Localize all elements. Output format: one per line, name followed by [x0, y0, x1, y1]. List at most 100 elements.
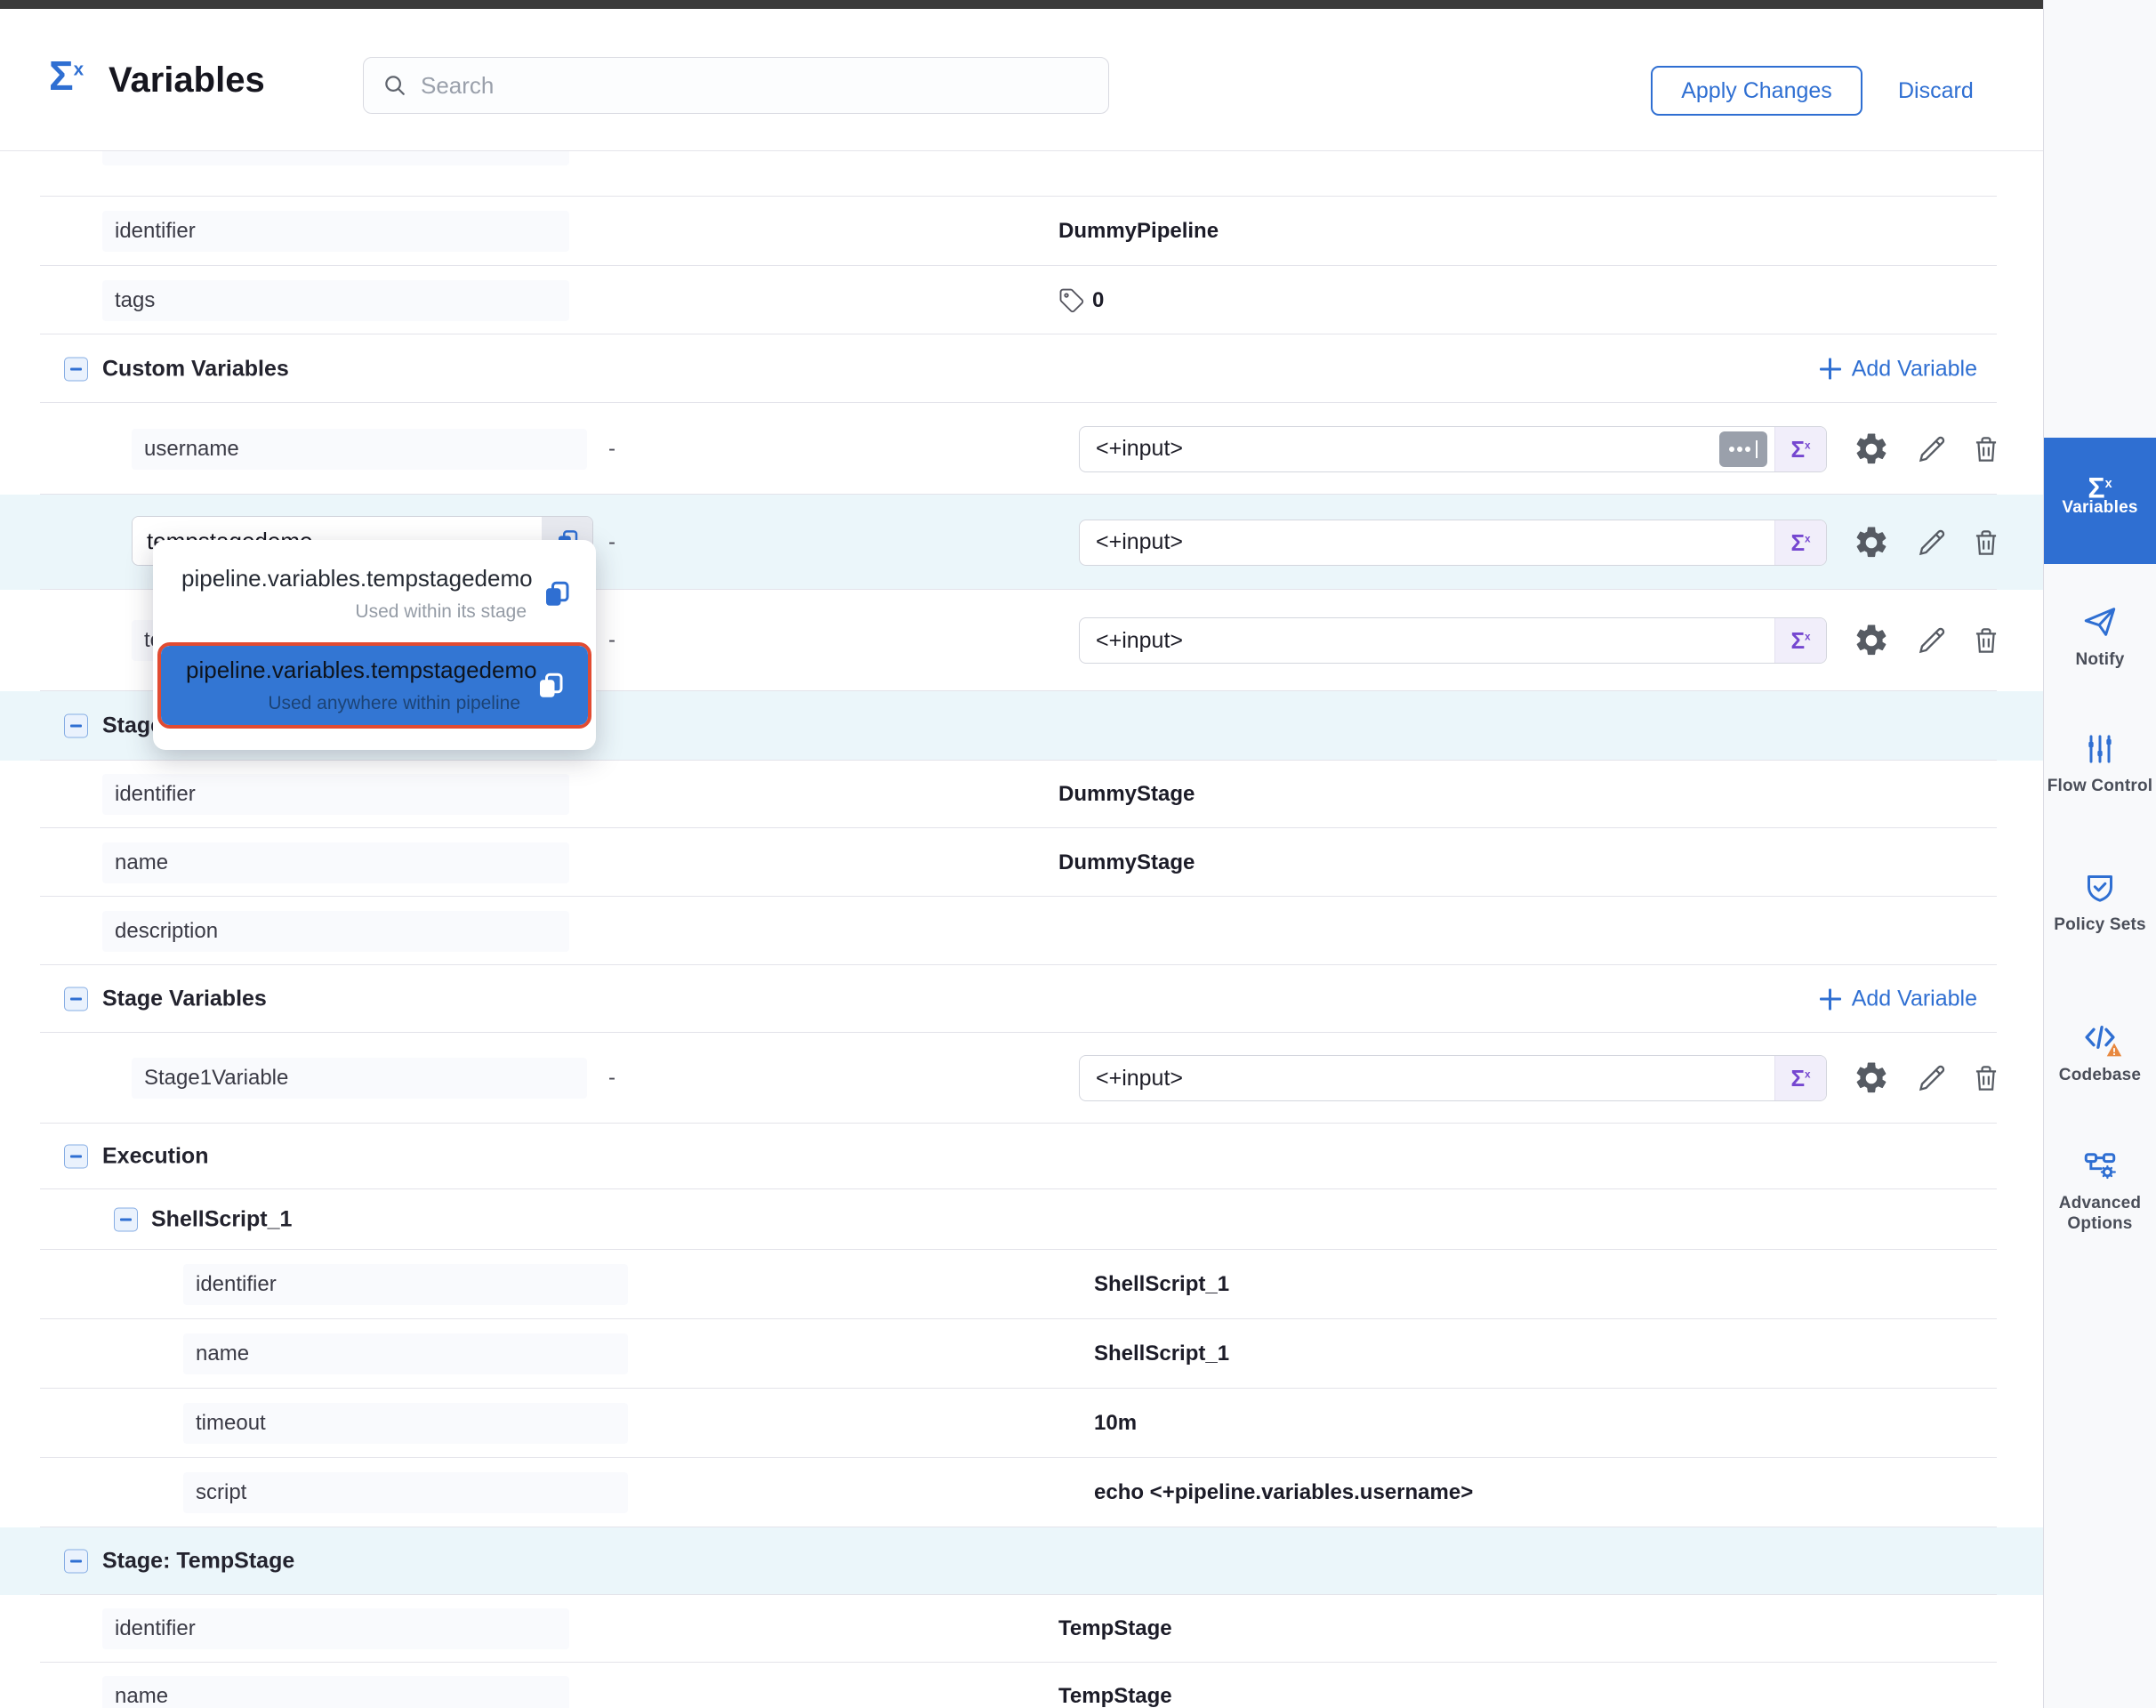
expression-text: pipeline.variables.tempstagedemo	[181, 565, 527, 592]
edit-icon[interactable]	[1914, 623, 1950, 658]
tempstage-identifier-row: identifier TempStage	[0, 1595, 2043, 1663]
collapse-icon[interactable]	[64, 357, 88, 381]
field-label: name	[102, 842, 569, 883]
right-sidebar: Σx Variables Notify Flow Control Policy …	[2043, 0, 2156, 1708]
pipeline-tags-row: tags 0	[0, 266, 2043, 334]
copy-option-text: pipeline.variables.tempstagedemo Used an…	[186, 657, 520, 714]
variable-dash: -	[608, 1066, 615, 1091]
expression-text: pipeline.variables.tempstagedemo	[186, 657, 520, 684]
sidebar-item-flow-control[interactable]: Flow Control	[2044, 731, 2156, 796]
field-label: tags	[102, 280, 569, 321]
top-divider-bar	[0, 0, 2043, 9]
delete-icon[interactable]	[1969, 624, 2003, 657]
plus-icon	[1820, 988, 1841, 1010]
sidebar-item-notify[interactable]: Notify	[2044, 603, 2156, 670]
custom-variables-section-row: Custom Variables Add Variable	[0, 334, 2043, 403]
shield-check-icon	[2082, 870, 2118, 906]
scope-text: Used anywhere within pipeline	[186, 693, 520, 714]
copy-icon[interactable]	[535, 670, 567, 702]
clipped-row-line	[0, 151, 2043, 197]
delete-icon[interactable]	[1969, 432, 2003, 466]
field-label: identifier	[102, 1608, 569, 1649]
expression-icon[interactable]: Σx	[1774, 520, 1826, 565]
sigma-icon: Σx	[2088, 484, 2112, 488]
tempstage-name-row: name TempStage	[0, 1663, 2043, 1708]
copy-expression-popover: pipeline.variables.tempstagedemo Used wi…	[153, 540, 596, 750]
stage-tempstage-section-row: Stage: TempStage	[0, 1527, 2043, 1595]
variable-dash: -	[608, 437, 615, 462]
flowchart-gear-icon	[2081, 1147, 2119, 1184]
settings-icon[interactable]	[1853, 1059, 1890, 1097]
delete-icon[interactable]	[1969, 526, 2003, 560]
paper-plane-icon	[2081, 603, 2119, 640]
settings-icon[interactable]	[1853, 431, 1890, 468]
tag-icon	[1058, 287, 1085, 314]
sidebar-item-codebase[interactable]: Codebase	[2044, 1019, 2156, 1085]
delete-icon[interactable]	[1969, 1061, 2003, 1095]
add-variable-button[interactable]: Add Variable	[1820, 356, 1977, 382]
field-value: DummyPipeline	[1058, 219, 1219, 244]
field-label: identifier	[102, 774, 569, 815]
stage-description-row: description	[0, 897, 2043, 965]
apply-changes-button[interactable]: Apply Changes	[1651, 66, 1862, 116]
variable-value-input[interactable]: <+input> Σx	[1079, 520, 1827, 566]
stage-identifier-row: identifier DummyStage	[0, 761, 2043, 828]
section-title: Execution	[102, 1144, 208, 1170]
collapse-icon[interactable]	[64, 1550, 88, 1574]
field-label: description	[102, 911, 569, 952]
pipeline-identifier-row: identifier DummyPipeline	[0, 197, 2043, 266]
section-title: ShellScript_1	[151, 1207, 292, 1233]
settings-icon[interactable]	[1853, 622, 1890, 659]
step-script-row: script echo <+pipeline.variables.usernam…	[0, 1458, 2043, 1527]
sidebar-item-variables[interactable]: Σx Variables	[2044, 438, 2156, 564]
add-variable-button[interactable]: Add Variable	[1820, 987, 1977, 1012]
runtime-input-value: <+input>	[1080, 1066, 1774, 1092]
runtime-input-options-button[interactable]	[1719, 431, 1767, 467]
copy-option-pipeline-scope[interactable]: pipeline.variables.tempstagedemo Used an…	[161, 646, 588, 725]
tags-value: 0	[1058, 287, 1104, 314]
variable-value-input[interactable]: <+input> Σx	[1079, 617, 1827, 664]
execution-section-row: Execution	[0, 1124, 2043, 1189]
step-name-row: name ShellScript_1	[0, 1319, 2043, 1389]
stage-name-row: name DummyStage	[0, 828, 2043, 897]
step-identifier-row: identifier ShellScript_1	[0, 1250, 2043, 1319]
variable-value-input[interactable]: <+input> Σx	[1079, 426, 1827, 472]
edit-icon[interactable]	[1914, 1060, 1950, 1096]
discard-button[interactable]: Discard	[1898, 66, 1974, 116]
collapse-icon[interactable]	[64, 714, 88, 738]
field-label: identifier	[183, 1264, 628, 1305]
panel-header: Σx Variables Apply Changes Discard	[0, 9, 2043, 151]
variable-name: username	[132, 429, 587, 470]
edit-icon[interactable]	[1914, 431, 1950, 467]
page-title: Variables	[109, 60, 265, 101]
section-title: Stage: TempStage	[102, 1549, 294, 1575]
field-value: DummyStage	[1058, 850, 1195, 875]
app-window: Σx Variables Apply Changes Discard ident…	[0, 0, 2156, 1708]
stage-variables-section-row: Stage Variables Add Variable	[0, 965, 2043, 1033]
search-box[interactable]	[363, 57, 1109, 114]
expression-icon[interactable]: Σx	[1774, 1056, 1826, 1100]
collapse-icon[interactable]	[64, 1145, 88, 1169]
expression-icon[interactable]: Σx	[1774, 618, 1826, 663]
copy-option-stage-scope[interactable]: pipeline.variables.tempstagedemo Used wi…	[153, 554, 596, 632]
variable-value-input[interactable]: <+input> Σx	[1079, 1055, 1827, 1101]
collapse-icon[interactable]	[64, 987, 88, 1011]
edit-icon[interactable]	[1914, 525, 1950, 560]
sidebar-item-policy-sets[interactable]: Policy Sets	[2044, 870, 2156, 935]
plus-icon	[1820, 359, 1841, 380]
collapse-icon[interactable]	[114, 1208, 138, 1232]
field-value: TempStage	[1058, 1684, 1172, 1708]
copy-icon[interactable]	[541, 578, 573, 610]
copy-option-text: pipeline.variables.tempstagedemo Used wi…	[181, 565, 527, 623]
settings-icon[interactable]	[1853, 524, 1890, 561]
variable-row-username: username - <+input> Σx	[0, 403, 2043, 495]
search-input[interactable]	[421, 72, 1090, 100]
field-label: script	[183, 1472, 628, 1513]
field-value: ShellScript_1	[1094, 1272, 1229, 1297]
expression-icon[interactable]: Σx	[1774, 427, 1826, 471]
sidebar-item-advanced-options[interactable]: Advanced Options	[2044, 1147, 2156, 1234]
field-label: timeout	[183, 1403, 628, 1444]
field-label: name	[102, 1676, 569, 1708]
selection-highlight-ring: pipeline.variables.tempstagedemo Used an…	[157, 642, 591, 729]
variable-dash: -	[608, 530, 615, 555]
